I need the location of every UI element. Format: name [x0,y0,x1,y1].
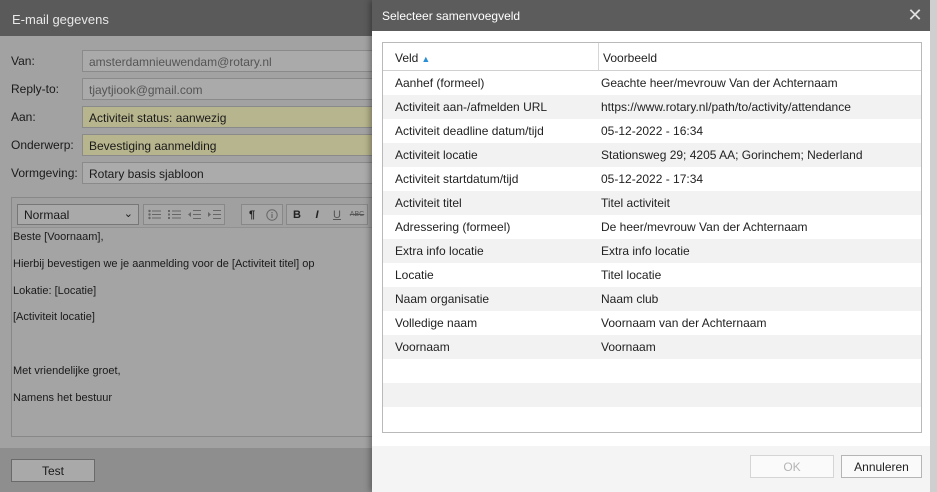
cell-example: 05-12-2022 - 17:34 [601,172,704,186]
table-row[interactable]: Aanhef (formeel) Geachte heer/mevrouw Van… [383,71,921,95]
test-button[interactable]: Test [11,459,95,482]
ok-button[interactable]: OK [750,455,834,478]
cell-example: Titel locatie [601,268,662,282]
replyto-field[interactable]: tjaytjiook@gmail.com [82,78,382,100]
cell-field: Aanhef (formeel) [395,76,485,90]
vormgeving-select[interactable]: Rotary basis sjabloon [82,162,382,184]
chevron-down-icon: ⌄ [123,208,133,220]
cell-example: Extra info locatie [601,244,690,258]
table-header: Veld ▲ Voorbeeld [383,43,921,71]
table-body: Aanhef (formeel) Geachte heer/mevrouw Van… [383,71,921,431]
underline-icon[interactable]: U [327,205,347,224]
info-icon[interactable] [262,205,282,224]
editor-line: [Activiteit locatie] [13,311,95,323]
table-row[interactable]: Activiteit startdatum/tijd 05-12-2022 - 1… [383,167,921,191]
text-style-toolbar-group: B I U ABC [286,204,368,225]
cell-field: Activiteit aan-/afmelden URL [395,100,548,114]
table-row[interactable]: Adressering (formeel) De heer/mevrouw Van… [383,215,921,239]
sort-ascending-icon: ▲ [421,54,431,64]
aan-field[interactable]: Activiteit status: aanwezig [82,106,382,128]
cell-field: Adressering (formeel) [395,220,511,234]
italic-icon[interactable]: I [307,205,327,224]
merge-field-table: Veld ▲ Voorbeeld Aanhef (formeel) Geachte … [382,42,922,433]
merge-field-dialog: Selecteer samenvoegveld ✕ Veld ▲ Voorbeel… [372,0,937,492]
empty-row [383,359,921,383]
cell-example: 05-12-2022 - 16:34 [601,124,704,138]
window-edge [930,0,937,492]
indent-icon[interactable] [204,205,224,224]
table-row[interactable]: Voornaam Voornaam [383,335,921,359]
replyto-row: Reply-to: tjaytjiook@gmail.com [0,78,382,100]
strikethrough-icon[interactable]: ABC [347,205,367,224]
table-row[interactable]: Naam organisatie Naam club [383,287,921,311]
list-toolbar-group [143,204,225,225]
bullet-list-icon[interactable] [144,205,164,224]
editor-line: Beste [Voornaam], [13,231,104,243]
cell-example: Voornaam [601,340,656,354]
cell-example: Geachte heer/mevrouw Van der Achternaam [601,76,838,90]
table-row[interactable]: Extra info locatie Extra info locatie [383,239,921,263]
column-header-veld-label: Veld [395,51,419,65]
van-field[interactable]: amsterdamnieuwendam@rotary.nl [82,50,382,72]
email-dialog-title: E-mail gegevens [0,0,380,36]
pilcrow-icon[interactable]: ¶ [242,205,262,224]
column-header-voorbeeld[interactable]: Voorbeeld [599,43,921,70]
empty-row [383,383,921,407]
vormgeving-label: Vormgeving: [11,166,78,180]
onderwerp-field[interactable]: Bevestiging aanmelding [82,134,382,156]
paragraph-toolbar-group: ¶ [241,204,283,225]
editor-line: Met vriendelijke groet, [13,365,121,377]
cell-field: Locatie [395,268,434,282]
cell-field: Activiteit locatie [395,148,478,162]
cell-example: https://www.rotary.nl/path/to/activity/a… [601,100,851,114]
cell-example: De heer/mevrouw Van der Achternaam [601,220,808,234]
cell-example: Stationsweg 29; 4205 AA; Gorinchem; Nede… [601,148,863,162]
editor-line: Hierbij bevestigen we je aanmelding voor… [13,258,315,270]
cell-field: Volledige naam [395,316,478,330]
numbered-list-icon[interactable] [164,205,184,224]
table-row[interactable]: Activiteit aan-/afmelden URL https://www.… [383,95,921,119]
aan-label: Aan: [11,110,36,124]
editor-line: Namens het bestuur [13,392,113,404]
message-editor[interactable]: Normaal ⌄ ¶ B I U ABC Beste [Voornaam], … [11,197,383,437]
table-row[interactable]: Activiteit locatie Stationsweg 29; 4205 A… [383,143,921,167]
editor-toolbar: Normaal ⌄ ¶ B I U ABC [12,198,382,228]
cell-field: Naam organisatie [395,292,490,306]
cancel-button[interactable]: Annuleren [841,455,922,478]
aan-row: Aan: Activiteit status: aanwezig [0,106,382,128]
table-row[interactable]: Activiteit deadline datum/tijd 05-12-2022… [383,119,921,143]
onderwerp-row: Onderwerp: Bevestiging aanmelding [0,134,382,156]
cell-example: Titel activiteit [601,196,670,210]
bold-icon[interactable]: B [287,205,307,224]
table-row[interactable]: Activiteit titel Titel activiteit [383,191,921,215]
format-select-value: Normaal [24,208,70,222]
cell-field: Activiteit titel [395,196,462,210]
replyto-label: Reply-to: [11,82,60,96]
cell-field: Extra info locatie [395,244,484,258]
cell-field: Activiteit deadline datum/tijd [395,124,544,138]
cell-example: Voornaam van der Achternaam [601,316,767,330]
cell-example: Naam club [601,292,659,306]
editor-line: Lokatie: [Locatie] [13,285,97,297]
van-row: Van: amsterdamnieuwendam@rotary.nl [0,50,382,72]
vormgeving-row: Vormgeving: Rotary basis sjabloon [0,162,382,184]
cell-field: Activiteit startdatum/tijd [395,172,519,186]
merge-dialog-footer: OK Annuleren [372,446,937,492]
onderwerp-label: Onderwerp: [11,138,74,152]
van-label: Van: [11,54,35,68]
merge-dialog-title: Selecteer samenvoegveld [372,0,937,31]
close-icon[interactable]: ✕ [907,6,923,24]
outdent-icon[interactable] [184,205,204,224]
column-header-veld[interactable]: Veld ▲ [383,43,599,70]
table-row[interactable]: Volledige naam Voornaam van der Achternaa… [383,311,921,335]
format-select[interactable]: Normaal ⌄ [17,204,139,225]
table-row[interactable]: Locatie Titel locatie [383,263,921,287]
empty-row [383,407,921,431]
cell-field: Voornaam [395,340,450,354]
